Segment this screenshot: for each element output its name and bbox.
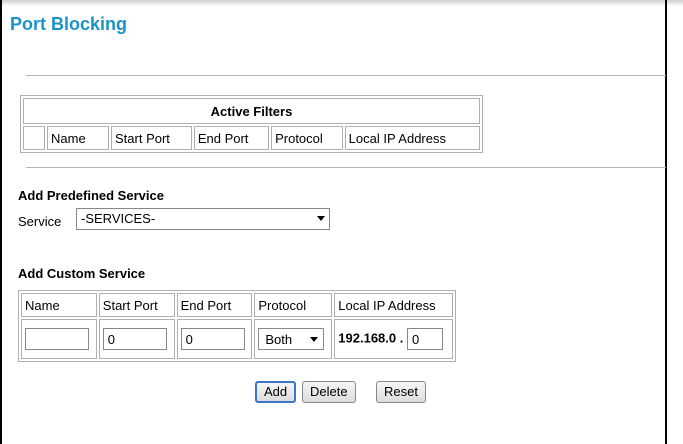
column-name: Name (21, 293, 97, 317)
custom-service-table: Name Start Port End Port Protocol Local … (18, 290, 456, 362)
custom-header-row: Name Start Port End Port Protocol Local … (21, 293, 453, 317)
end-port-input[interactable]: 0 (180, 328, 245, 350)
name-cell (21, 319, 97, 359)
ip-prefix: 192.168.0 . (338, 330, 404, 346)
column-local-ip: Local IP Address (344, 126, 480, 150)
chevron-down-icon (310, 337, 319, 342)
protocol-cell: Both (254, 319, 333, 359)
active-filters-title: Active Filters (23, 98, 480, 124)
service-select[interactable]: -SERVICES- (76, 208, 330, 230)
start-port-input[interactable]: 0 (102, 328, 167, 350)
ip-last-octet-input[interactable]: 0 (406, 328, 443, 350)
protocol-select-value: Both (265, 332, 293, 347)
column-protocol: Protocol (254, 293, 333, 317)
column-end-port: End Port (176, 293, 253, 317)
service-select-value: -SERVICES- (81, 211, 156, 226)
column-protocol: Protocol (271, 126, 343, 150)
end-port-cell: 0 (176, 319, 253, 359)
add-button[interactable]: Add (255, 381, 297, 403)
column-local-ip: Local IP Address (334, 293, 453, 317)
column-end-port: End Port (193, 126, 270, 150)
select-column-header (23, 126, 45, 150)
chevron-down-icon (317, 216, 325, 221)
name-input[interactable] (25, 328, 89, 350)
predefined-service-title: Add Predefined Service (18, 188, 164, 203)
local-ip-cell: 192.168.0 . 0 (334, 319, 453, 359)
reset-button[interactable]: Reset (376, 381, 426, 403)
column-start-port: Start Port (98, 293, 175, 317)
divider (26, 167, 666, 168)
divider (26, 75, 666, 76)
column-start-port: Start Port (111, 126, 192, 150)
start-port-cell: 0 (98, 319, 175, 359)
column-name: Name (47, 126, 109, 150)
protocol-select[interactable]: Both (258, 328, 325, 350)
custom-service-title: Add Custom Service (18, 266, 146, 281)
active-filters-table: Active Filters Name Start Port End Port … (20, 95, 483, 153)
delete-button[interactable]: Delete (302, 381, 356, 403)
custom-input-row: 0 0 Both 192.168.0 . 0 (21, 319, 453, 359)
page-title: Port Blocking (10, 14, 128, 34)
active-filters-header-row: Name Start Port End Port Protocol Local … (23, 126, 480, 150)
service-label: Service (18, 214, 62, 229)
